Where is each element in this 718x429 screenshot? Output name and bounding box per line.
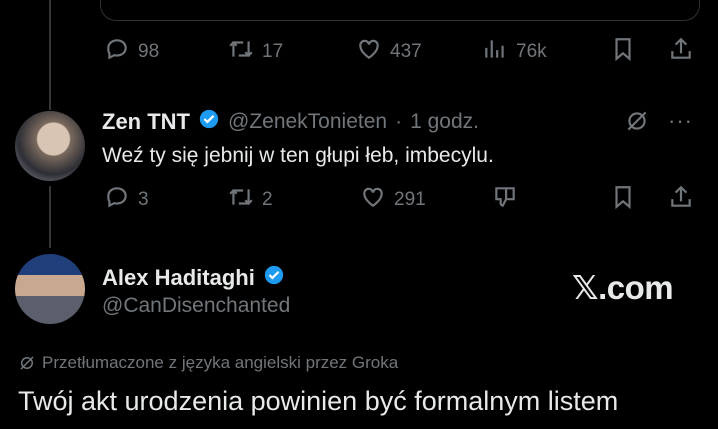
reply-button[interactable]: 3 — [104, 184, 149, 216]
share-button[interactable] — [668, 184, 694, 215]
grok-button[interactable] — [624, 108, 650, 139]
author-name[interactable]: Zen TNT — [102, 109, 190, 135]
retweet-icon — [228, 36, 254, 68]
more-button[interactable]: ··· — [668, 108, 693, 134]
reply-count: 98 — [138, 41, 160, 62]
like-icon — [356, 36, 382, 68]
author-handle[interactable]: @CanDisenchanted — [102, 294, 290, 318]
share-icon — [668, 185, 694, 214]
like-count: 291 — [394, 189, 426, 210]
retweet-count: 2 — [262, 189, 273, 210]
translation-note-text: Przetłumaczone z języka angielski przez … — [42, 353, 399, 372]
avatar-zen-tnt[interactable] — [15, 111, 85, 181]
grok-icon — [624, 111, 650, 138]
retweet-button[interactable]: 17 — [228, 36, 283, 68]
reply-button[interactable]: 98 — [104, 36, 159, 68]
views-button[interactable]: 76k — [482, 36, 547, 68]
like-count: 437 — [390, 41, 422, 62]
reply-icon — [104, 184, 130, 216]
reply-count: 3 — [138, 189, 149, 210]
timestamp[interactable]: 1 godz. — [410, 110, 479, 134]
verified-icon — [198, 108, 220, 135]
retweet-count: 17 — [262, 41, 284, 62]
thread-line-middle — [49, 186, 51, 248]
like-button[interactable]: 291 — [360, 184, 426, 216]
quoted-card-remnant — [100, 0, 700, 21]
main-header: Alex Haditaghi — [102, 264, 285, 291]
translation-note: Przetłumaczone z języka angielski przez … — [18, 353, 398, 373]
main-text: Twój akt urodzenia powinien być formalny… — [18, 386, 619, 416]
author-handle[interactable]: @ZenekTonieten — [228, 110, 387, 134]
reply-header: Zen TNT @ZenekTonieten · 1 godz. — [102, 108, 479, 135]
more-icon: ··· — [668, 108, 693, 133]
bookmark-icon — [610, 186, 636, 214]
brand-watermark: 𝕏.com — [572, 269, 674, 306]
time-separator: · — [395, 109, 403, 133]
reply-text: Weź ty się jebnij w ten głupi łeb, imbec… — [102, 144, 494, 167]
bookmark-button[interactable] — [610, 36, 636, 67]
author-name[interactable]: Alex Haditaghi — [102, 265, 255, 291]
views-icon — [482, 36, 508, 68]
verified-icon — [263, 264, 285, 291]
reply-icon — [104, 36, 130, 68]
retweet-icon — [228, 184, 254, 216]
bookmark-icon — [610, 38, 636, 66]
share-icon — [668, 37, 694, 66]
like-icon — [360, 184, 386, 216]
retweet-button[interactable]: 2 — [228, 184, 273, 216]
bookmark-button[interactable] — [610, 184, 636, 215]
dislike-button[interactable] — [492, 184, 518, 215]
thread-line-top — [49, 0, 51, 110]
like-button[interactable]: 437 — [356, 36, 422, 68]
avatar-alex-haditaghi[interactable] — [15, 254, 85, 324]
views-count: 76k — [516, 41, 547, 62]
share-button[interactable] — [668, 36, 694, 67]
dislike-icon — [492, 187, 518, 214]
grok-icon — [18, 354, 36, 372]
